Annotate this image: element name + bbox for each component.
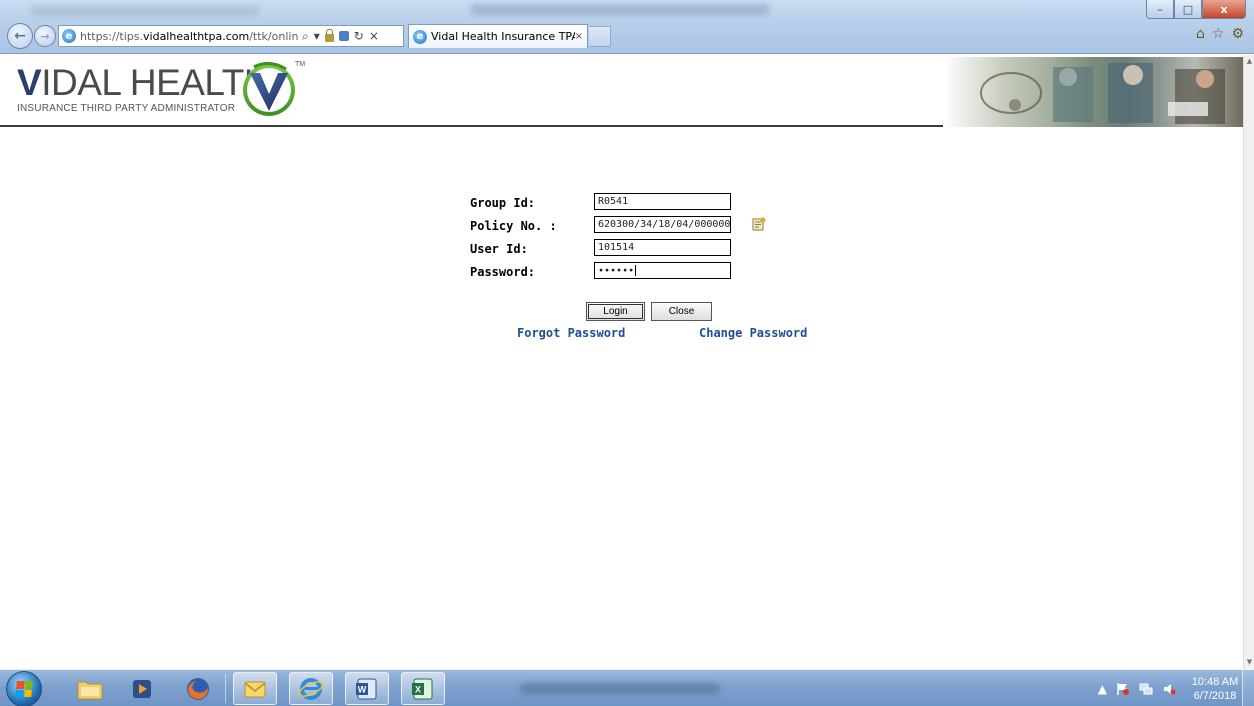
minimize-button[interactable]: –: [1146, 0, 1174, 19]
tab-title: Vidal Health Insurance TPA ...: [431, 30, 575, 43]
user-id-row: User Id: 101514: [470, 239, 770, 259]
system-tray: ▲ 10:48 AM 6/7/2018: [1045, 670, 1240, 706]
header-photo-art: [980, 63, 1225, 124]
taskbar-word[interactable]: W: [345, 672, 389, 705]
action-center-flag-icon[interactable]: [1116, 682, 1130, 696]
folder-icon: [77, 681, 103, 699]
logo-wordmark: VIDAL HEALTH: [17, 62, 271, 103]
password-row: Password: ••••••: [470, 262, 770, 282]
compatibility-view-icon[interactable]: [338, 31, 349, 41]
address-tools: ⌕ ▾ ↻ ×: [302, 28, 379, 44]
site-header: VIDAL HEALTH INSURANCE THIRD PARTY ADMIN…: [0, 55, 1243, 127]
tab-close-icon[interactable]: ×: [575, 31, 583, 42]
text-caret: [635, 265, 637, 276]
ie-page-icon: e: [62, 29, 76, 43]
network-icon[interactable]: [1139, 682, 1153, 696]
password-mask: ••••••: [598, 265, 635, 277]
stop-icon[interactable]: ×: [369, 29, 379, 43]
taskbar-outlook[interactable]: [233, 672, 277, 705]
browser-title-bar: – □ x ← → e https://tips.vidalhealthtpa.…: [0, 0, 1254, 54]
svg-text:X: X: [415, 684, 421, 694]
vidal-health-logo[interactable]: VIDAL HEALTH INSURANCE THIRD PARTY ADMIN…: [17, 62, 271, 115]
firefox-icon: [187, 677, 209, 700]
scroll-up-icon[interactable]: ▲: [1245, 57, 1254, 66]
logo-tagline: INSURANCE THIRD PARTY ADMINISTRATOR: [17, 103, 236, 114]
back-button[interactable]: ←: [7, 23, 33, 49]
command-icons: ⌂ ☆ ⚙: [1196, 26, 1244, 42]
url-prefix: https://tips.: [80, 29, 144, 43]
screen: – □ x ← → e https://tips.vidalhealthtpa.…: [0, 0, 1254, 706]
windows-logo-icon: [15, 681, 33, 697]
taskbar-firefox[interactable]: [176, 672, 220, 705]
taskbar-excel[interactable]: X: [401, 672, 445, 705]
window-controls: – □ x: [1146, 0, 1246, 19]
taskbar-file-explorer[interactable]: [68, 672, 112, 705]
clock-date: 6/7/2018: [1193, 689, 1237, 702]
excel-icon: X: [412, 678, 433, 699]
word-icon: W: [356, 678, 377, 699]
url-domain: vidalhealthtpa.com: [143, 29, 250, 43]
password-label: Password:: [470, 265, 536, 279]
search-icon[interactable]: ⌕: [302, 29, 309, 44]
taskbar-separator: [225, 674, 226, 703]
volume-icon[interactable]: [1162, 682, 1176, 696]
policy-no-row: Policy No. : 620300/34/18/04/000000: [470, 216, 770, 236]
group-id-label: Group Id:: [470, 196, 536, 210]
forward-button[interactable]: →: [34, 25, 56, 47]
logo-letter-v: V: [17, 62, 42, 103]
taskbar-internet-explorer[interactable]: [289, 672, 333, 705]
media-player-icon: [133, 679, 151, 698]
mail-icon: [244, 681, 266, 697]
policy-no-input[interactable]: 620300/34/18/04/000000: [594, 216, 731, 233]
tray-icons: ▲: [1098, 682, 1176, 696]
home-icon[interactable]: ⌂: [1196, 26, 1205, 42]
svg-text:W: W: [358, 684, 367, 694]
page-scrollbar[interactable]: ▲ ▼: [1243, 55, 1254, 669]
v-shield-logo-icon: [243, 62, 295, 116]
change-password-link[interactable]: Change Password: [699, 326, 807, 340]
clock-time: 10:48 AM: [1191, 675, 1239, 688]
close-window-button[interactable]: x: [1202, 0, 1246, 19]
scroll-down-icon[interactable]: ▼: [1245, 658, 1254, 667]
logo-name: IDAL HEALTH: [41, 62, 271, 103]
user-id-label: User Id:: [470, 242, 528, 256]
address-bar[interactable]: e https://tips.vidalhealthtpa.com/ttk/on…: [58, 25, 404, 47]
password-input[interactable]: ••••••: [594, 262, 731, 279]
policy-lookup-icon[interactable]: [752, 217, 766, 231]
group-id-row: Group Id: R0541: [470, 193, 770, 213]
logo-trademark: TM: [295, 61, 306, 68]
web-page: VIDAL HEALTH INSURANCE THIRD PARTY ADMIN…: [0, 55, 1243, 669]
close-button[interactable]: Close: [651, 302, 712, 321]
taskbar-clock[interactable]: 10:48 AM 6/7/2018: [1190, 675, 1240, 703]
login-button[interactable]: Login: [586, 302, 645, 321]
windows-taskbar: W X ▲ 10:48 AM 6/7/2018: [0, 669, 1254, 706]
blurred-window-title: [470, 4, 770, 16]
dropdown-icon[interactable]: ▾: [314, 29, 320, 43]
refresh-icon[interactable]: ↻: [354, 29, 364, 43]
start-button[interactable]: [6, 671, 42, 706]
lock-icon[interactable]: [324, 28, 334, 42]
show-desktop-button[interactable]: [1242, 670, 1254, 706]
url-suffix: /ttk/onlineacc: [249, 29, 298, 43]
show-hidden-icons-icon[interactable]: ▲: [1098, 682, 1107, 696]
browser-tab-vidal[interactable]: e Vidal Health Insurance TPA ... ×: [408, 24, 588, 48]
favorites-icon[interactable]: ☆: [1212, 26, 1225, 42]
header-medical-photo: [943, 57, 1243, 127]
taskbar-media-player[interactable]: [120, 672, 164, 705]
forgot-password-link[interactable]: Forgot Password: [517, 326, 625, 340]
policy-no-label: Policy No. :: [470, 219, 557, 233]
ie-tab-icon: e: [413, 29, 427, 44]
user-id-input[interactable]: 101514: [594, 239, 731, 256]
maximize-button[interactable]: □: [1174, 0, 1202, 19]
blurred-title-left: [30, 6, 260, 16]
internet-explorer-icon: [298, 677, 324, 700]
tools-gear-icon[interactable]: ⚙: [1231, 26, 1244, 42]
new-tab-button[interactable]: [589, 26, 611, 47]
address-url[interactable]: https://tips.vidalhealthtpa.com/ttk/onli…: [80, 30, 298, 43]
group-id-input[interactable]: R0541: [594, 193, 731, 210]
blurred-taskbar-text: [520, 683, 720, 694]
